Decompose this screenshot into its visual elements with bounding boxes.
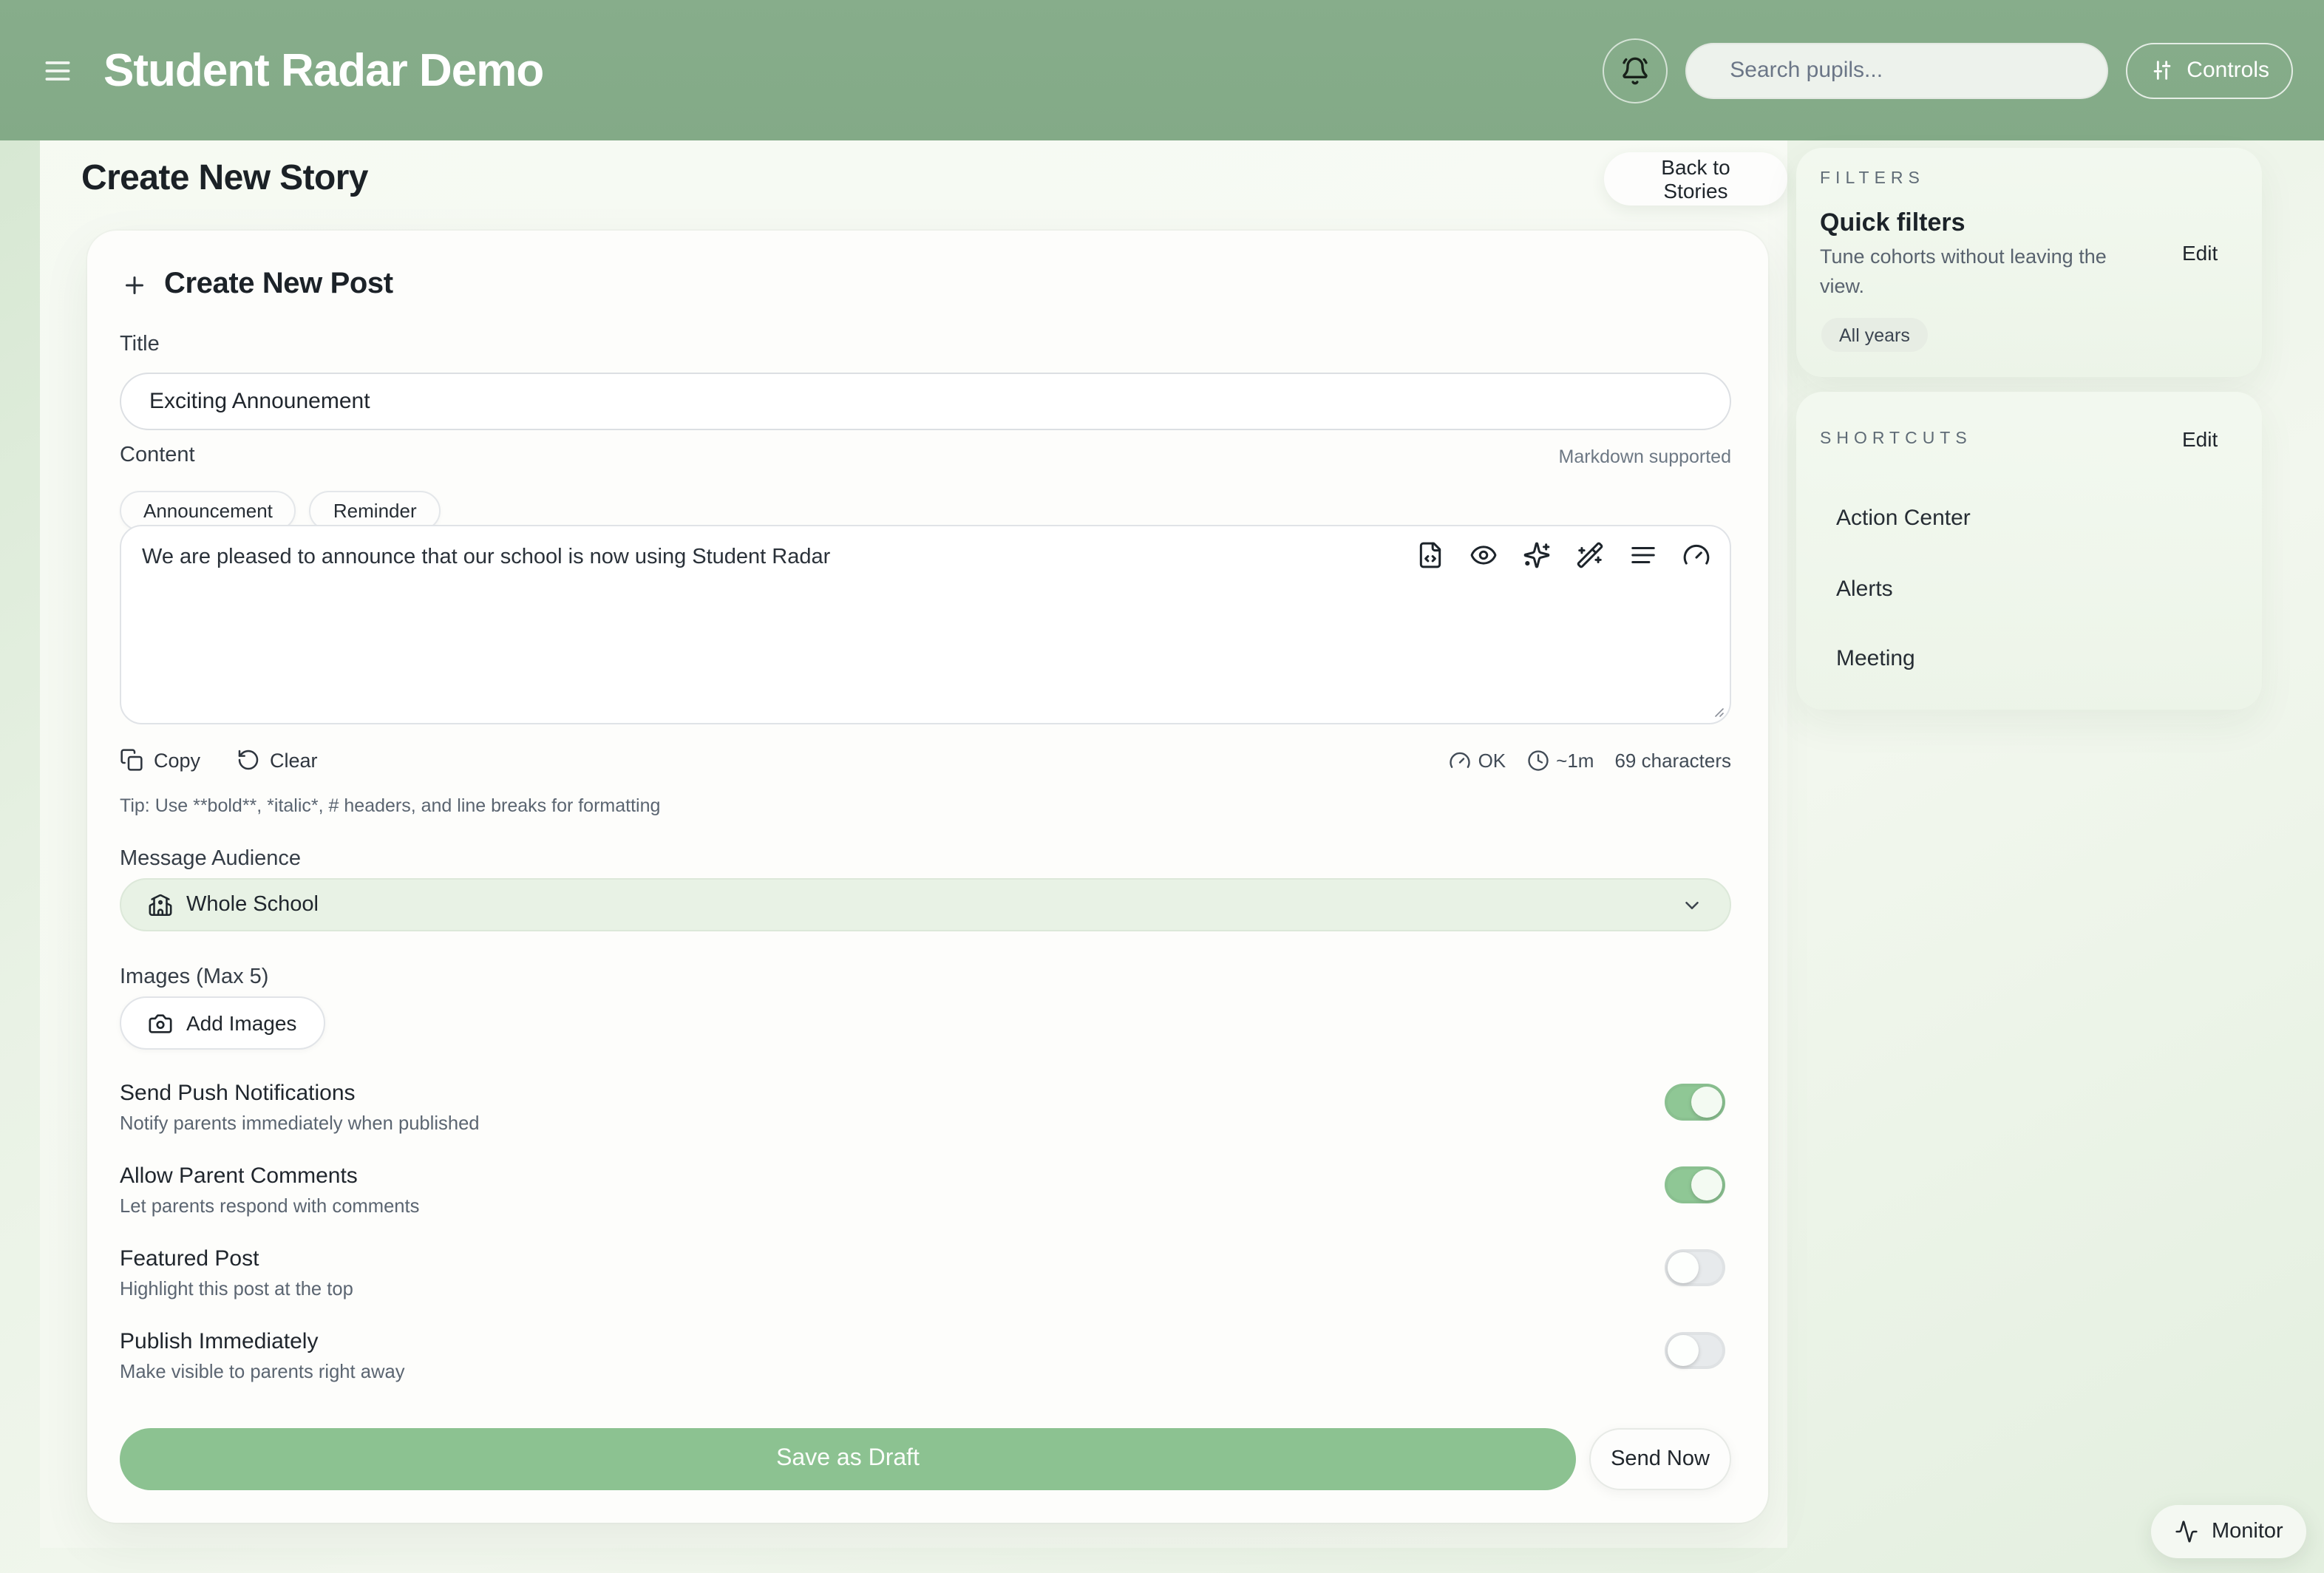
camera-icon <box>148 1010 173 1036</box>
copy-label: Copy <box>154 749 200 771</box>
status-stat: OK <box>1449 749 1506 771</box>
controls-button[interactable]: Controls <box>2126 42 2293 98</box>
title-input[interactable] <box>120 373 1731 430</box>
all-years-chip[interactable]: All years <box>1821 318 1928 352</box>
shortcut-meeting[interactable]: Meeting <box>1836 646 1915 671</box>
shortcuts-eyebrow: SHORTCUTS <box>1820 430 1972 448</box>
card-heading-text: Create New Post <box>164 268 393 302</box>
toggle-row-push-notifications: Send Push Notifications Notify parents i… <box>120 1081 1731 1134</box>
copy-button[interactable]: Copy <box>120 748 200 772</box>
send-now-button[interactable]: Send Now <box>1589 1428 1731 1490</box>
content-textarea[interactable]: We are pleased to announce that our scho… <box>120 525 1731 724</box>
toggle-title: Featured Post <box>120 1246 1731 1271</box>
app-title: Student Radar Demo <box>103 44 543 97</box>
monitor-button[interactable]: Monitor <box>2151 1505 2307 1558</box>
back-to-stories-button[interactable]: Back to Stories <box>1604 152 1787 205</box>
add-images-button[interactable]: Add Images <box>120 996 325 1050</box>
align-left-icon[interactable] <box>1629 541 1657 569</box>
toggle-knob <box>1668 1335 1699 1366</box>
file-code-icon[interactable] <box>1416 541 1444 569</box>
shortcuts-card: SHORTCUTS Edit Action Center Alerts Meet… <box>1796 392 2262 710</box>
status-ok-label: OK <box>1478 749 1506 771</box>
textarea-toolbar <box>1416 541 1710 569</box>
menu-icon[interactable] <box>41 54 74 86</box>
toggle-title: Allow Parent Comments <box>120 1163 1731 1189</box>
push-notifications-toggle[interactable] <box>1665 1084 1725 1121</box>
clear-button[interactable]: Clear <box>236 748 318 772</box>
create-post-card: Create New Post Title Content Markdown s… <box>87 231 1768 1523</box>
app-header: Student Radar Demo Controls <box>0 0 2324 140</box>
toggle-row-parent-comments: Allow Parent Comments Let parents respon… <box>120 1163 1731 1217</box>
quick-filters-description: Tune cohorts without leaving the view. <box>1820 242 2142 302</box>
app-root: Student Radar Demo Controls Create New S… <box>0 0 2324 1573</box>
title-label: Title <box>120 333 160 356</box>
filters-edit-link[interactable]: Edit <box>2182 241 2218 265</box>
main-content-panel: Create New Story Back to Stories Create … <box>40 140 1787 1548</box>
plus-icon <box>121 271 148 298</box>
content-stats: OK ~1m 69 characters <box>1449 749 1731 771</box>
audience-label: Message Audience <box>120 847 301 871</box>
content-actions: Copy Clear <box>120 748 318 772</box>
copy-icon <box>120 748 143 772</box>
add-images-label: Add Images <box>186 1011 296 1035</box>
toggle-subtitle: Let parents respond with comments <box>120 1195 1731 1217</box>
gauge-icon[interactable] <box>1682 541 1710 569</box>
toggle-knob <box>1668 1252 1699 1283</box>
publish-immediately-toggle[interactable] <box>1665 1332 1725 1369</box>
save-as-draft-button[interactable]: Save as Draft <box>120 1428 1576 1490</box>
toggle-knob <box>1691 1087 1722 1118</box>
clear-label: Clear <box>270 749 318 771</box>
shortcut-alerts[interactable]: Alerts <box>1836 577 1893 602</box>
clock-icon <box>1526 749 1549 771</box>
notifications-button[interactable] <box>1603 38 1668 103</box>
monitor-label: Monitor <box>2212 1520 2283 1543</box>
filters-card: FILTERS Quick filters Tune cohorts witho… <box>1796 148 2262 377</box>
toggle-row-publish-immediately: Publish Immediately Make visible to pare… <box>120 1329 1731 1382</box>
bell-icon <box>1620 55 1650 85</box>
search-input[interactable] <box>1685 42 2108 98</box>
gauge-icon <box>1449 749 1471 771</box>
page-title: Create New Story <box>81 158 368 200</box>
toggle-knob <box>1691 1169 1722 1200</box>
audience-select[interactable]: Whole School <box>120 878 1731 931</box>
eye-icon[interactable] <box>1470 541 1498 569</box>
shortcuts-edit-link[interactable]: Edit <box>2182 427 2218 451</box>
shortcut-action-center[interactable]: Action Center <box>1836 506 1971 531</box>
read-time-label: ~1m <box>1556 749 1594 771</box>
chevron-down-icon <box>1681 894 1703 916</box>
sparkles-icon[interactable] <box>1523 541 1551 569</box>
toggle-subtitle: Highlight this post at the top <box>120 1277 1731 1299</box>
quick-filters-title: Quick filters <box>1820 208 1965 238</box>
toggle-title: Publish Immediately <box>120 1329 1731 1354</box>
sliders-icon <box>2150 58 2175 83</box>
char-count: 69 characters <box>1614 749 1731 771</box>
toggle-subtitle: Make visible to parents right away <box>120 1360 1731 1382</box>
card-heading: Create New Post <box>121 268 393 302</box>
formatting-tip: Tip: Use **bold**, *italic*, # headers, … <box>120 795 660 816</box>
header-actions: Controls <box>1603 38 2293 103</box>
content-label: Content <box>120 444 195 467</box>
school-icon <box>148 892 173 917</box>
filters-eyebrow: FILTERS <box>1820 170 1925 188</box>
content-meta-row: Copy Clear OK <box>120 748 1731 772</box>
controls-label: Controls <box>2187 58 2269 83</box>
content-text: We are pleased to announce that our scho… <box>142 543 1390 573</box>
rotate-ccw-icon <box>236 748 259 772</box>
toggle-row-featured-post: Featured Post Highlight this post at the… <box>120 1246 1731 1299</box>
read-time-stat: ~1m <box>1526 749 1594 771</box>
parent-comments-toggle[interactable] <box>1665 1166 1725 1203</box>
activity-icon <box>2175 1520 2198 1543</box>
images-label: Images (Max 5) <box>120 965 268 989</box>
toggle-title: Send Push Notifications <box>120 1081 1731 1106</box>
textarea-resize-handle[interactable] <box>1708 701 1725 718</box>
featured-post-toggle[interactable] <box>1665 1249 1725 1286</box>
audience-value: Whole School <box>186 893 319 917</box>
markdown-hint: Markdown supported <box>1559 446 1731 467</box>
toggle-subtitle: Notify parents immediately when publishe… <box>120 1112 1731 1134</box>
wand-icon[interactable] <box>1576 541 1604 569</box>
